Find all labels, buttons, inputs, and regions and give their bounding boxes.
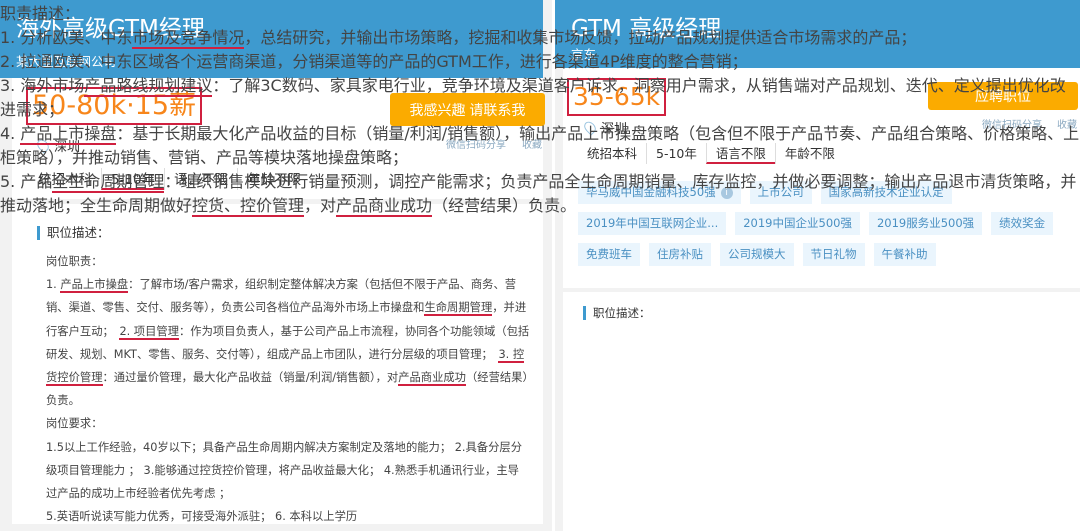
description-paragraph: 岗位职责： — [46, 250, 530, 273]
company-tag: 节日礼物 — [802, 243, 865, 266]
description-text: 岗位职责： — [46, 255, 103, 268]
tag-label: 午餐补助 — [881, 247, 928, 261]
description-paragraph: 职责描述： — [0, 0, 1080, 24]
job-description: 岗位职责： 1. 产品上市操盘：了解市场/客户需求，组织制定整体解决方案（包括但不… — [46, 250, 530, 528]
highlighted-text: 生命周期管理 — [424, 301, 493, 317]
description-paragraph: 1.5以上工作经验，40岁以下；具备产品生命周期内解决方案制定及落地的能力； 2… — [46, 436, 530, 506]
description-paragraph: 1. 分析欧美、中东市场及竞争情况，总结研究，并输出市场策略，挖掘和收集市场反馈… — [0, 24, 1080, 49]
description-text: （经营结果）负责。 — [432, 196, 577, 215]
highlighted-text: 控货、控价管理 — [192, 196, 305, 217]
description-paragraph: 5.英语听说读写能力优秀，可接受海外派驻； 6. 本科以上学历 — [46, 505, 530, 528]
company-tag: 公司规模大 — [720, 243, 794, 266]
company-tag: 免费班车 — [578, 243, 640, 266]
highlighted-text: 产品路线规划建议 — [84, 76, 213, 97]
section-title: 职位描述： — [583, 306, 651, 320]
description-text: 3. 海外市场 — [0, 76, 85, 95]
description-text: 2. 拉通欧美、中东区域各个运营商渠道，分销渠道等的产品的GTM工作，进行各渠道… — [0, 52, 748, 71]
highlighted-text: 市场及竞争情况 — [132, 28, 245, 49]
description-text: ：基于长期最大化产品收益的目标（销量/利润/销售额），输出产品上市操盘策略（包含… — [0, 124, 1080, 167]
description-text: ：通过量价管理，最大化产品收益（销量/利润/销售额），对 — [102, 371, 399, 385]
highlighted-text: 产品商业成功 — [398, 371, 466, 387]
description-paragraph: 4. 产品上市操盘：基于长期最大化产品收益的目标（销量/利润/销售额），输出产品… — [0, 120, 1080, 168]
description-text: 职责描述： — [0, 4, 81, 23]
description-text: 岗位要求： — [46, 417, 103, 431]
company-tag: 住房补贴 — [649, 243, 711, 266]
description-text: ，对 — [304, 196, 337, 215]
description-text: ，总结研究，并输出市场策略，挖掘和收集市场反馈，拉动产品规划提供适合市场需求的产… — [244, 28, 917, 47]
description-text: 5.英语听说读写能力优秀，可接受海外派驻； 6. 本科以上学历 — [46, 510, 358, 524]
tag-label: 公司规模大 — [728, 247, 786, 261]
description-text: 1. — [46, 278, 61, 292]
description-paragraph: 5. 产品全生命周期管理：组织销售模块进行销量预测，调控产能需求；负责产品全生命… — [0, 168, 1080, 217]
tag-label: 住房补贴 — [657, 247, 703, 261]
description-paragraph: 岗位要求： — [46, 412, 530, 435]
description-paragraph: 2. 拉通欧美、中东区域各个运营商渠道，分销渠道等的产品的GTM工作，进行各渠道… — [0, 48, 1080, 72]
description-text: 4. — [0, 124, 21, 143]
description-text: 1. 分析欧美、中东 — [0, 28, 133, 47]
description-paragraph: 1. 产品上市操盘：了解市场/客户需求，组织制定整体解决方案（包括但不限于产品、… — [46, 273, 530, 412]
company-tag: 午餐补助 — [873, 243, 936, 266]
job-description-card — [563, 292, 1080, 531]
highlighted-text: 产品上市操盘 — [60, 278, 129, 294]
highlighted-text: 全生命周期管理 — [52, 172, 165, 193]
job-description: 职责描述： 1. 分析欧美、中东市场及竞争情况，总结研究，并输出市场策略，挖掘和收… — [0, 0, 1080, 217]
tag-label: 免费班车 — [586, 247, 632, 261]
tag-label: 节日礼物 — [810, 247, 857, 261]
highlighted-text: 产品上市操盘 — [20, 124, 117, 145]
description-text: 1.5以上工作经验，40岁以下；具备产品生命周期内解决方案制定及落地的能力； 2… — [46, 440, 522, 501]
highlighted-text: 产品商业成功 — [336, 196, 433, 217]
highlighted-text: 2. 项目管理 — [119, 324, 179, 340]
section-title: 职位描述： — [37, 226, 110, 240]
description-text: 5. 产品 — [0, 172, 53, 191]
description-paragraph: 3. 海外市场产品路线规划建议：了解3C数码、家具家电行业，竞争环境及渠道客户诉… — [0, 72, 1080, 120]
